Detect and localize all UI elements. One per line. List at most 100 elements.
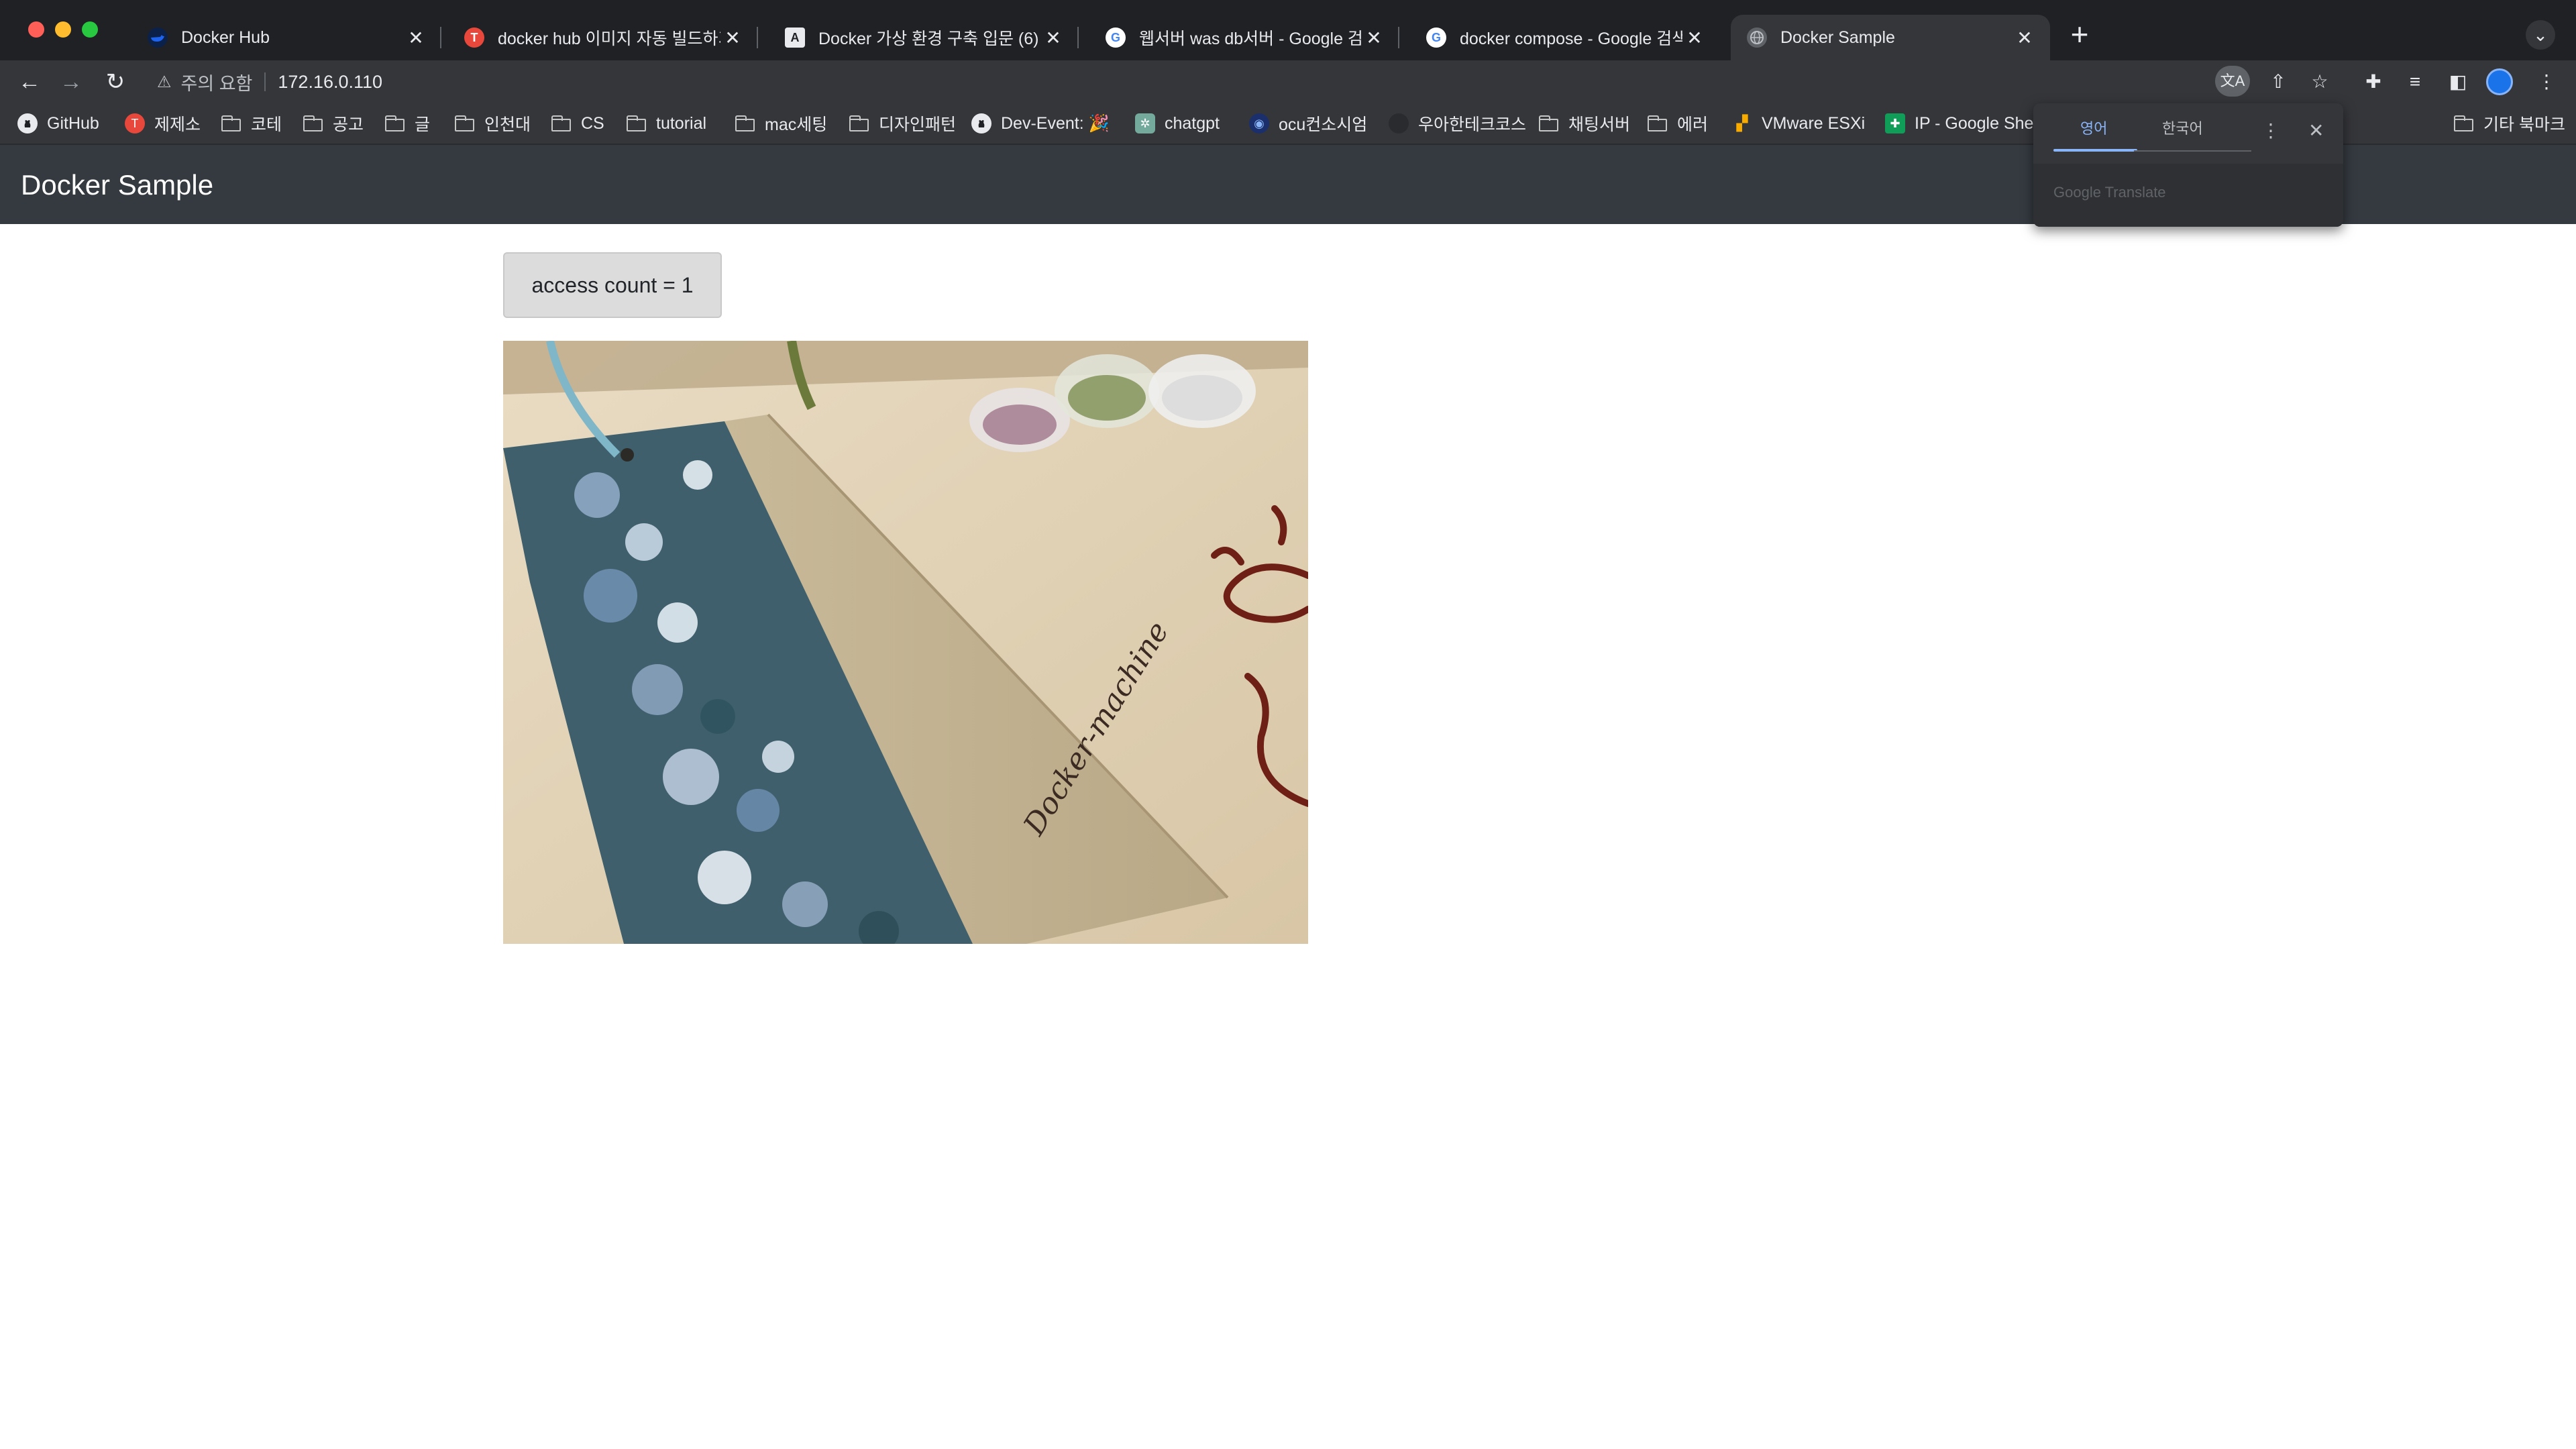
bookmark-ip-sheet[interactable]: ✚ IP - Google She <box>1885 111 2033 136</box>
navbar-brand[interactable]: Docker Sample <box>21 169 213 201</box>
bookmark-folder-cote[interactable]: 코테 <box>221 111 282 136</box>
tistory-icon: T <box>464 28 484 48</box>
translate-language-tabs: 영어 한국어 ⋮ ✕ <box>2033 103 2343 161</box>
warning-triangle-icon[interactable]: ⚠ <box>157 72 172 92</box>
tab-separator <box>1077 27 1079 48</box>
bookmark-folder-tutorial[interactable]: tutorial <box>627 111 706 136</box>
folder-icon <box>627 115 647 131</box>
bookmark-woowa[interactable]: 우아한테크코스 <box>1389 111 1526 136</box>
tab-docker-sample[interactable]: Docker Sample ✕ <box>1731 15 2050 60</box>
blog-icon: A <box>785 28 805 48</box>
bookmark-label: GitHub <box>47 113 99 133</box>
bookmark-other-folder[interactable]: 기타 북마크 <box>2454 111 2565 136</box>
close-tab-icon[interactable]: ✕ <box>720 27 745 49</box>
bookmark-folder-errors[interactable]: 에러 <box>1648 111 1708 136</box>
docker-icon <box>148 28 168 48</box>
tab-title: 웹서버 was db서버 - Google 검색 <box>1139 30 1362 48</box>
bookmark-label: 공고 <box>333 115 364 134</box>
bookmark-label: 코테 <box>251 115 282 134</box>
tab-separator <box>757 27 758 48</box>
chrome-menu-icon[interactable]: ⋮ <box>2532 67 2561 97</box>
tab-target-language[interactable]: 한국어 <box>2162 117 2203 138</box>
minimize-window-button[interactable] <box>55 21 71 38</box>
bookmark-label: Dev-Event: 🎉 <box>1001 113 1110 133</box>
bookmark-label: 채팅서버 <box>1568 115 1631 134</box>
folder-icon <box>303 115 323 131</box>
tab-source-language[interactable]: 영어 <box>2080 117 2107 138</box>
bookmark-jejeso[interactable]: T 제제소 <box>125 111 201 136</box>
bookmark-folder-design-pattern[interactable]: 디자인패턴 <box>849 111 956 136</box>
bookmark-folder-writing[interactable]: 글 <box>385 111 430 136</box>
vmware-icon: ▞ <box>1736 115 1748 131</box>
tab-separator <box>1398 27 1399 48</box>
close-tab-icon[interactable]: ✕ <box>404 27 428 49</box>
tab-docker-virtual-env[interactable]: A Docker 가상 환경 구축 입문 (6) - / ✕ <box>769 15 1079 60</box>
translate-popup: 영어 한국어 ⋮ ✕ Google Translate <box>2033 103 2343 227</box>
ocu-icon: ◉ <box>1249 113 1269 133</box>
folder-icon <box>455 115 475 131</box>
tab-separator <box>440 27 441 48</box>
tab-search-chevron-icon[interactable]: ⌄ <box>2526 20 2555 50</box>
more-options-icon[interactable]: ⋮ <box>2261 119 2280 142</box>
bookmark-label: 인천대 <box>484 115 531 134</box>
tab-docker-hub-autobuild[interactable]: T docker hub 이미지 자동 빌드하기 ✕ <box>448 15 758 60</box>
maximize-window-button[interactable] <box>82 21 98 38</box>
url-text[interactable]: 172.16.0.110 <box>278 72 382 93</box>
bookmark-label: 에러 <box>1677 115 1709 134</box>
github-icon <box>17 113 38 133</box>
back-arrow-icon[interactable]: ← <box>13 66 46 98</box>
folder-icon <box>849 115 869 131</box>
bookmark-label: 디자인패턴 <box>879 115 957 134</box>
bookmark-star-icon[interactable]: ☆ <box>2305 67 2334 97</box>
tab-webserver-search[interactable]: G 웹서버 was db서버 - Google 검색 ✕ <box>1089 15 1399 60</box>
close-tab-icon[interactable]: ✕ <box>1041 27 1065 49</box>
security-status-label[interactable]: 주의 요함 <box>181 69 253 95</box>
tab-title: Docker Hub <box>181 28 270 47</box>
browser-toolbar: ← → ↻ ⚠ 주의 요함 172.16.0.110 文A ⇧ ☆ ✚ ≡ ◧ … <box>0 60 2576 103</box>
translate-icon[interactable]: 文A <box>2215 66 2250 97</box>
bookmark-folder-cs[interactable]: CS <box>551 111 604 136</box>
bookmark-label: IP - Google She <box>1915 113 2034 133</box>
github-icon <box>971 113 991 133</box>
bookmark-folder-chat-server[interactable]: 채팅서버 <box>1539 111 1630 136</box>
close-tab-icon[interactable]: ✕ <box>1682 27 1707 49</box>
bookmark-label: 우아한테크코스 <box>1418 115 1527 134</box>
side-panel-icon[interactable]: ◧ <box>2443 67 2473 97</box>
bookmark-dev-event[interactable]: Dev-Event: 🎉 <box>971 111 1110 136</box>
profile-avatar-icon[interactable] <box>2486 68 2513 95</box>
folder-icon <box>2454 115 2474 131</box>
bookmark-folder-notice[interactable]: 공고 <box>303 111 364 136</box>
close-tab-icon[interactable]: ✕ <box>1362 27 1386 49</box>
share-icon[interactable]: ⇧ <box>2263 67 2293 97</box>
bookmark-folder-mac-setup[interactable]: mac세팅 <box>735 111 827 136</box>
access-count-button[interactable]: access count = 1 <box>503 252 722 318</box>
active-tab-indicator <box>2053 149 2137 152</box>
folder-icon <box>735 115 755 131</box>
extensions-puzzle-icon[interactable]: ✚ <box>2359 67 2388 97</box>
tab-docker-compose-search[interactable]: G docker compose - Google 검색 ✕ <box>1410 15 1720 60</box>
tab-docker-hub[interactable]: Docker Hub ✕ <box>131 15 441 60</box>
close-popup-icon[interactable]: ✕ <box>2308 119 2324 142</box>
bookmark-label: CS <box>581 113 604 133</box>
bookmark-label: mac세팅 <box>765 115 828 134</box>
media-queue-icon[interactable]: ≡ <box>2400 67 2430 97</box>
bookmark-ocu[interactable]: ◉ ocu컨소시엄 <box>1249 111 1367 136</box>
sheets-icon: ✚ <box>1885 113 1905 133</box>
close-window-button[interactable] <box>28 21 44 38</box>
forward-arrow-icon[interactable]: → <box>55 66 87 98</box>
close-tab-icon[interactable]: ✕ <box>2012 27 2037 49</box>
reload-icon[interactable]: ↻ <box>99 66 131 98</box>
bookmark-chatgpt[interactable]: ✲ chatgpt <box>1135 111 1220 136</box>
openai-icon: ✲ <box>1135 113 1155 133</box>
address-divider <box>264 72 266 91</box>
bookmark-folder-incheon-univ[interactable]: 인천대 <box>455 111 531 136</box>
new-tab-button[interactable]: + <box>2063 19 2096 52</box>
bookmark-label: tutorial <box>656 113 707 133</box>
bookmark-vmware[interactable]: ▞ VMware ESXi <box>1732 111 1866 136</box>
folder-icon <box>221 115 241 131</box>
google-icon: G <box>1426 28 1446 48</box>
bookmark-github[interactable]: GitHub <box>17 111 99 136</box>
address-bar[interactable]: ⚠ 주의 요함 172.16.0.110 <box>144 64 2471 99</box>
bookmark-label: 제제소 <box>154 115 201 134</box>
tab-title: Docker 가상 환경 구축 입문 (6) - / <box>818 30 1041 48</box>
